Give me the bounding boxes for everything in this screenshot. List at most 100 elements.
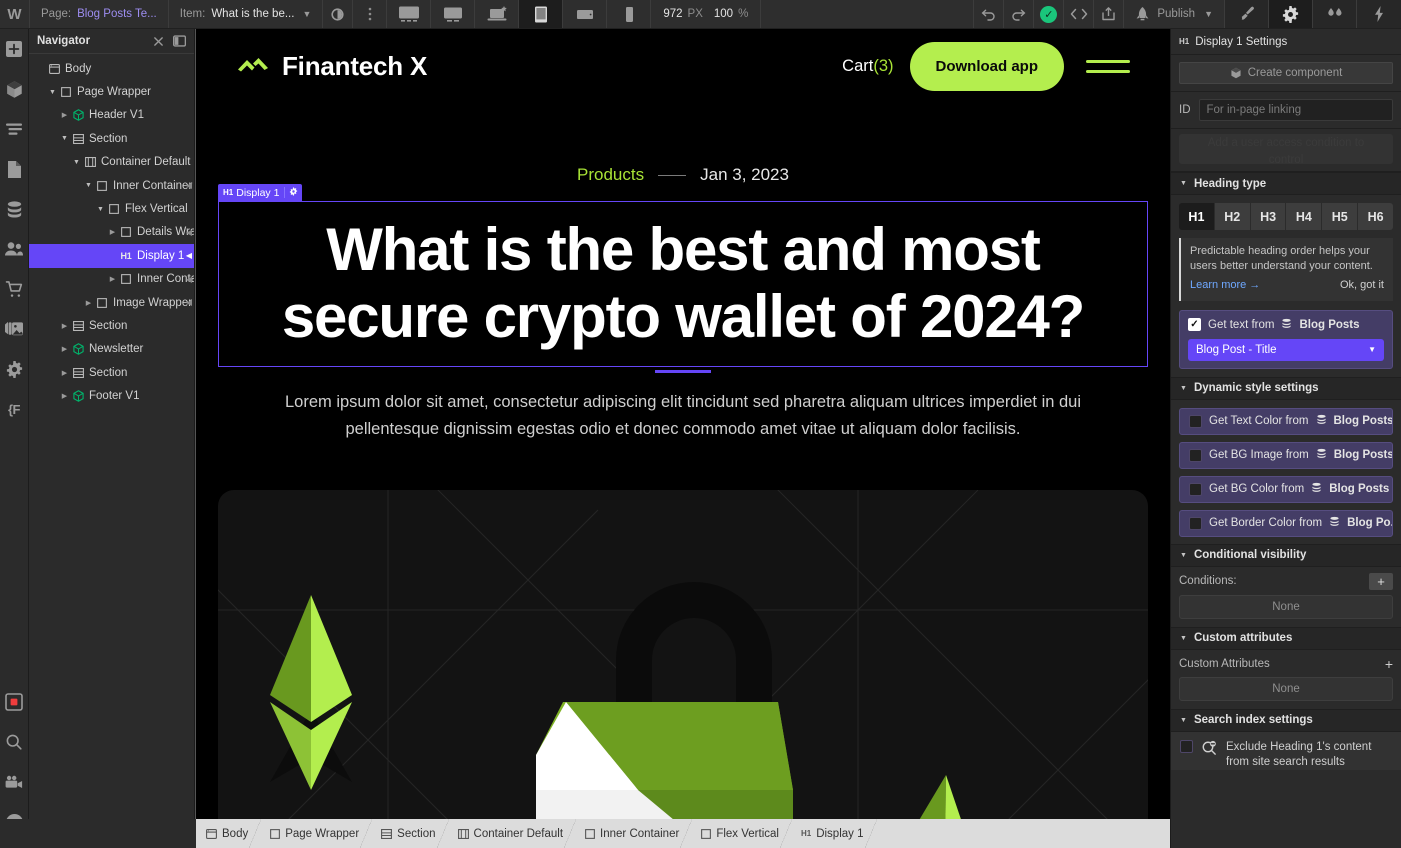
get-text-row[interactable]: ✓ Get text from Blog Posts — [1188, 318, 1384, 332]
navigator-button[interactable] — [0, 109, 29, 149]
redo-button[interactable] — [1004, 0, 1035, 28]
dynamic-style-item-1[interactable]: Get BG Image from Blog Posts — [1179, 441, 1393, 469]
dynamic-style-item-3[interactable]: Get Border Color from Blog Po... — [1179, 509, 1393, 537]
section-heading-type[interactable]: ▼ Heading type — [1171, 172, 1401, 195]
chevron-right-icon[interactable]: ▶ — [59, 345, 70, 353]
components-button[interactable] — [0, 69, 29, 109]
selection-badge[interactable]: H1 Display 1 — [218, 184, 303, 201]
navigator-item-footer-v1[interactable]: ▶ Footer V1 — [29, 384, 194, 407]
breadcrumb-item-container-default[interactable]: Container Default — [448, 819, 576, 848]
breakpoint-desktop[interactable] — [431, 0, 476, 28]
navigator-item-body[interactable]: Body — [29, 57, 194, 80]
breakpoint-mobile-portrait[interactable] — [607, 0, 652, 28]
get-text-checkbox[interactable]: ✓ — [1188, 318, 1201, 332]
dynamic-style-item-2[interactable]: Get BG Color from Blog Posts — [1179, 475, 1393, 503]
navigator-item-display-1[interactable]: H1 Display 1 ◀ — [29, 244, 194, 268]
ecommerce-button[interactable] — [0, 269, 29, 309]
breadcrumb-item-section[interactable]: Section — [371, 819, 449, 848]
navigator-item-details-wrappe[interactable]: ▶Details Wrappe◀ — [29, 221, 194, 244]
navigator-item-header-v1[interactable]: ▶ Header V1 — [29, 104, 194, 127]
chevron-down-icon[interactable]: ▼ — [59, 135, 70, 142]
users-button[interactable] — [0, 229, 29, 269]
chevron-right-icon[interactable]: ▶ — [59, 111, 70, 119]
breakpoint-base[interactable] — [475, 0, 520, 28]
navigator-item-inner-container[interactable]: ▼ Inner Container ◀ — [29, 174, 194, 197]
video-tutorials-button[interactable] — [0, 762, 29, 802]
get-text-field-dropdown[interactable]: Blog Post - Title ▼ — [1188, 338, 1384, 361]
chevron-right-icon[interactable]: ▶ — [59, 369, 70, 377]
cart-link[interactable]: Cart(3) — [842, 57, 893, 76]
navigator-item-section[interactable]: ▶ Section — [29, 361, 194, 384]
heading-level-h5[interactable]: H5 — [1322, 203, 1359, 230]
webflow-logo-icon[interactable]: W — [0, 0, 30, 28]
undo-button[interactable] — [974, 0, 1005, 28]
share-button[interactable] — [1094, 0, 1125, 28]
heading-level-h2[interactable]: H2 — [1214, 203, 1251, 230]
chevron-down-icon[interactable]: ▼ — [71, 159, 82, 166]
style-panel-toggle[interactable] — [1225, 0, 1269, 28]
heading-level-h1[interactable]: H1 — [1179, 203, 1215, 230]
video-recorder-stop-button[interactable] — [0, 682, 29, 722]
settings-panel-toggle[interactable] — [1269, 0, 1313, 28]
download-app-button[interactable]: Download app — [909, 41, 1064, 91]
add-custom-attribute-button[interactable]: + — [1385, 656, 1393, 672]
page-title[interactable]: What is the best and most secure crypto … — [245, 216, 1121, 350]
section-conditional-visibility[interactable]: ▼ Conditional visibility — [1171, 543, 1401, 567]
breakpoint-desktop-large[interactable] — [387, 0, 432, 28]
navigator-item-inner-containe[interactable]: ▶Inner Containe◀ — [29, 268, 194, 291]
dynamic-style-checkbox[interactable] — [1189, 516, 1202, 530]
pages-button[interactable] — [0, 149, 29, 189]
close-x-icon[interactable] — [153, 36, 164, 47]
panel-dock-icon[interactable] — [173, 35, 186, 47]
post-intro-paragraph[interactable]: Lorem ipsum dolor sit amet, consectetur … — [236, 389, 1130, 442]
section-dynamic-style[interactable]: ▼ Dynamic style settings — [1171, 376, 1401, 400]
more-options-button[interactable] — [353, 0, 388, 28]
chevron-down-icon[interactable]: ▼ — [83, 182, 94, 189]
breadcrumb-item-flex-vertical[interactable]: Flex Vertical — [691, 819, 792, 848]
chevron-right-icon[interactable]: ▶ — [83, 299, 94, 307]
breadcrumb-item-display-1[interactable]: H1 Display 1 — [791, 819, 877, 848]
navigator-item-section[interactable]: ▶ Section — [29, 314, 194, 337]
canvas-size-display[interactable]: 972 PX 100 % — [651, 0, 762, 28]
interactions-panel-toggle[interactable] — [1313, 0, 1357, 28]
exclude-from-search-checkbox[interactable] — [1180, 739, 1193, 753]
create-component-button[interactable]: Create component — [1179, 62, 1393, 84]
gear-icon[interactable] — [284, 187, 302, 198]
heading-selection-box[interactable]: What is the best and most secure crypto … — [218, 201, 1148, 368]
navigator-item-page-wrapper[interactable]: ▼ Page Wrapper — [29, 80, 194, 103]
design-canvas[interactable]: Finantech X Cart(3) Download app Product… — [196, 29, 1170, 819]
preview-toggle-button[interactable] — [323, 0, 354, 28]
code-view-button[interactable] — [1064, 0, 1095, 28]
navigator-item-flex-vertical[interactable]: ▼ Flex Vertical — [29, 197, 194, 220]
hero-illustration[interactable] — [218, 489, 1148, 819]
dynamic-style-checkbox[interactable] — [1189, 448, 1202, 462]
id-input[interactable]: For in-page linking — [1198, 99, 1393, 121]
heading-level-selector[interactable]: H1 H2 H3 H4 H5 H6 — [1179, 203, 1393, 230]
save-status-indicator[interactable]: ✓ — [1034, 0, 1065, 28]
cms-button[interactable] — [0, 189, 29, 229]
breadcrumb-item-inner-container[interactable]: Inner Container — [575, 819, 693, 848]
item-selector[interactable]: Item: What is the be... ▼ — [169, 0, 324, 28]
chevron-down-icon[interactable]: ▼ — [47, 89, 58, 96]
heading-level-h6[interactable]: H6 — [1358, 203, 1393, 230]
breadcrumb-item-page-wrapper[interactable]: Page Wrapper — [260, 819, 373, 848]
post-category[interactable]: Products — [577, 165, 644, 185]
dynamic-style-item-0[interactable]: Get Text Color from Blog Posts — [1179, 407, 1393, 435]
heading-level-h4[interactable]: H4 — [1286, 203, 1323, 230]
tip-dismiss-button[interactable]: Ok, got it — [1340, 278, 1384, 293]
learn-more-link[interactable]: Learn more → — [1190, 278, 1260, 293]
navigator-item-container-default[interactable]: ▼ Container Default — [29, 151, 194, 174]
breakpoint-tablet[interactable] — [519, 0, 564, 28]
dynamic-style-checkbox[interactable] — [1189, 482, 1202, 496]
variables-button[interactable]: {F — [0, 389, 29, 429]
publish-button[interactable]: Publish ▼ — [1124, 0, 1225, 28]
chevron-right-icon[interactable]: ▶ — [107, 275, 118, 283]
breakpoint-mobile-landscape[interactable] — [563, 0, 608, 28]
breadcrumb-item-body[interactable]: Body — [196, 819, 262, 848]
chevron-right-icon[interactable]: ▶ — [59, 392, 70, 400]
effects-panel-toggle[interactable] — [1357, 0, 1401, 28]
navigator-item-newsletter[interactable]: ▶ Newsletter — [29, 338, 194, 361]
section-search-index[interactable]: ▼ Search index settings — [1171, 708, 1401, 732]
section-custom-attributes[interactable]: ▼ Custom attributes — [1171, 626, 1401, 650]
search-button[interactable] — [0, 722, 29, 762]
